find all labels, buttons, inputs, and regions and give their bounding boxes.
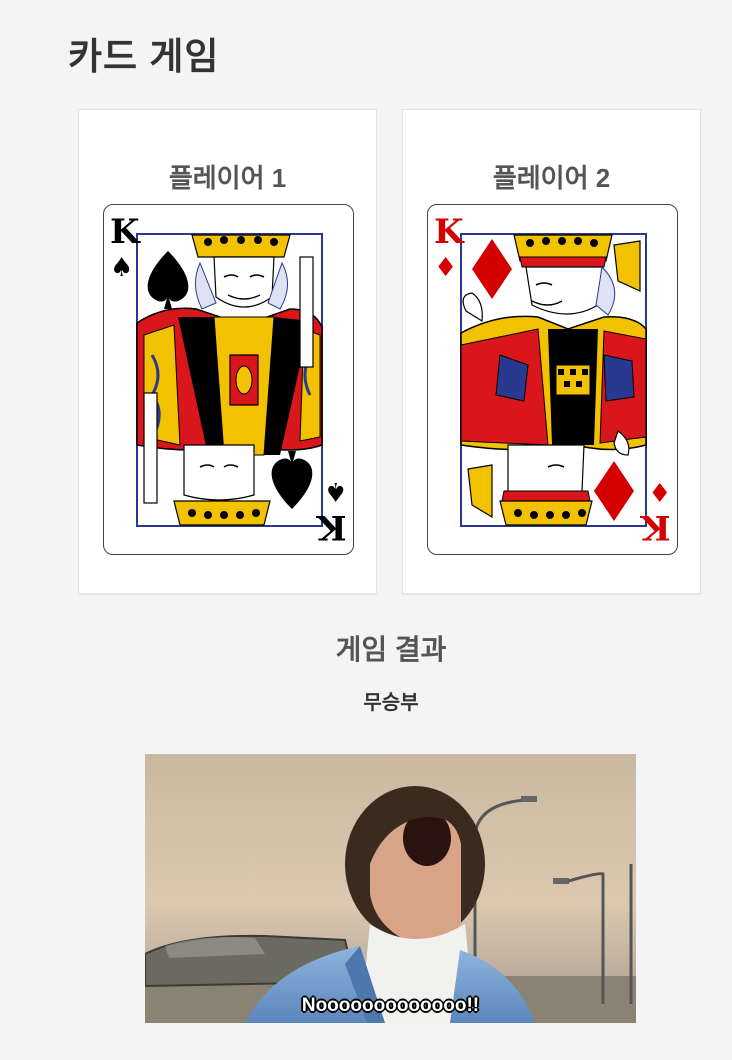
reaction-caption: Nooooooooooooo!! bbox=[301, 995, 480, 1016]
player-1-card: K ♠ K ♠ bbox=[103, 204, 354, 555]
king-of-spades-face bbox=[136, 233, 323, 527]
player-1-name: 플레이어 1 bbox=[168, 163, 287, 193]
card-suit-bottom: ♦ bbox=[647, 476, 671, 506]
card-rank-bottom: K bbox=[641, 507, 671, 547]
player-1-panel: 플레이어 1 K ♠ K ♠ bbox=[78, 109, 377, 594]
reaction-image: Nooooooooooooo!! bbox=[145, 754, 636, 1023]
player-2-panel: 플레이어 2 K ♦ K ♦ bbox=[402, 109, 701, 594]
card-suit-top: ♠ bbox=[110, 253, 134, 283]
player-2-name: 플레이어 2 bbox=[492, 163, 611, 193]
card-suit-bottom: ♠ bbox=[323, 476, 347, 506]
result-text: 무승부 bbox=[363, 692, 419, 714]
card-suit-top: ♦ bbox=[434, 253, 458, 283]
player-2-card: K ♦ K ♦ bbox=[427, 204, 678, 555]
card-rank-bottom: K bbox=[317, 507, 347, 547]
card-rank-top: K bbox=[110, 212, 140, 252]
page-title: 카드 게임 bbox=[68, 36, 220, 77]
reaction-scene bbox=[145, 754, 636, 1023]
result-title: 게임 결과 bbox=[335, 634, 447, 665]
card-rank-top: K bbox=[434, 212, 464, 252]
king-of-diamonds-face bbox=[460, 233, 647, 527]
